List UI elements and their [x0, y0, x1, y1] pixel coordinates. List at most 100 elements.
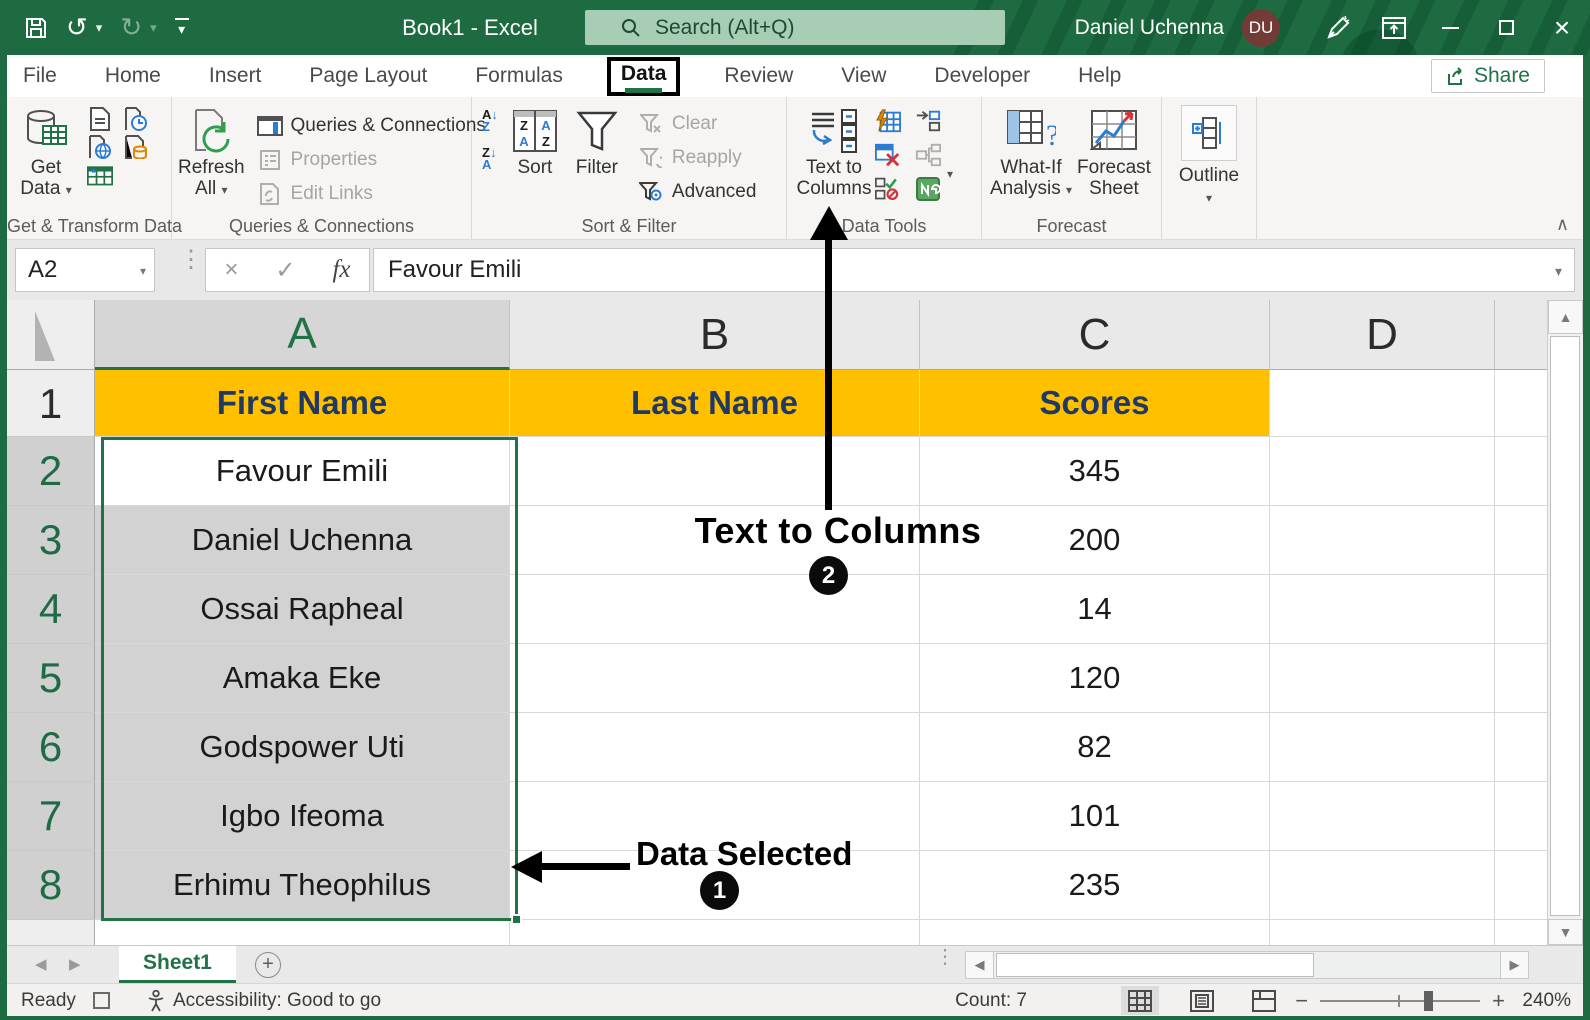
cell-b1[interactable]: Last Name — [510, 370, 920, 437]
clear-filter-button[interactable]: Clear — [638, 107, 757, 141]
collapse-ribbon-icon[interactable]: ∧ — [1556, 214, 1569, 235]
scroll-down-icon[interactable]: ▼ — [1548, 919, 1583, 945]
filter-button[interactable]: Filter — [566, 101, 628, 178]
cell-a3[interactable]: Daniel Uchenna — [95, 506, 510, 575]
cell-d6[interactable] — [1270, 713, 1495, 782]
cell-d9-partial[interactable] — [1270, 920, 1495, 945]
cell-d8[interactable] — [1270, 851, 1495, 920]
tab-page-layout[interactable]: Page Layout — [305, 62, 431, 90]
cell-c6[interactable]: 82 — [920, 713, 1270, 782]
row-header-1[interactable]: 1 — [7, 370, 95, 437]
close-button[interactable]: × — [1534, 0, 1590, 55]
record-macro-icon[interactable] — [93, 992, 110, 1009]
select-all-button[interactable] — [7, 300, 95, 370]
data-validation-dropdown-icon[interactable]: ▾ — [947, 167, 953, 181]
cell-a2-active[interactable]: Favour Emili — [95, 437, 510, 506]
cell-c8[interactable]: 235 — [920, 851, 1270, 920]
minimize-button[interactable] — [1422, 0, 1478, 55]
what-if-analysis-button[interactable]: ? What-IfAnalysis ▾ — [988, 101, 1074, 201]
zoom-slider[interactable]: − + — [1295, 984, 1505, 1017]
text-to-columns-button[interactable]: Text toColumns — [793, 101, 875, 199]
row-header-4[interactable]: 4 — [7, 575, 95, 644]
cell-d1[interactable] — [1270, 370, 1495, 437]
horizontal-scrollbar[interactable]: ◀ ▶ — [965, 951, 1529, 979]
manage-data-model-icon[interactable] — [915, 177, 941, 201]
cell-c9-partial[interactable] — [920, 920, 1270, 945]
cell-c5[interactable]: 120 — [920, 644, 1270, 713]
refresh-all-button[interactable]: Refresh All ▾ — [178, 101, 245, 201]
cell-d7[interactable] — [1270, 782, 1495, 851]
flash-fill-icon[interactable] — [875, 109, 901, 133]
cell-d5[interactable] — [1270, 644, 1495, 713]
tab-insert[interactable]: Insert — [205, 62, 266, 90]
recent-sources-icon[interactable] — [123, 107, 149, 131]
cell-a6[interactable]: Godspower Uti — [95, 713, 510, 782]
sheet-nav-prev-icon[interactable]: ◀ — [35, 946, 47, 984]
forecast-sheet-button[interactable]: ForecastSheet — [1074, 101, 1154, 199]
zoom-level[interactable]: 240% — [1522, 984, 1571, 1017]
cell-b6[interactable] — [510, 713, 920, 782]
save-icon[interactable] — [24, 16, 48, 40]
get-data-button[interactable]: Get Data ▾ — [13, 101, 79, 201]
coming-soon-pen-icon[interactable] — [1310, 0, 1366, 55]
cell-a8[interactable]: Erhimu Theophilus — [95, 851, 510, 920]
sheet-tab-sheet1[interactable]: Sheet1 — [119, 946, 236, 984]
cell-b4[interactable] — [510, 575, 920, 644]
expand-formula-bar-icon[interactable]: ▾ — [1555, 249, 1562, 293]
formula-input[interactable]: Favour Emili ▾ — [373, 248, 1575, 292]
scroll-left-icon[interactable]: ◀ — [966, 952, 994, 978]
cell-d4[interactable] — [1270, 575, 1495, 644]
row-header-3[interactable]: 3 — [7, 506, 95, 575]
maximize-button[interactable] — [1478, 0, 1534, 55]
outline-button[interactable]: Outline▾ — [1169, 101, 1249, 209]
cell-e1[interactable] — [1495, 370, 1548, 437]
avatar[interactable]: DU — [1242, 9, 1280, 47]
cell-e4[interactable] — [1495, 575, 1548, 644]
cell-c2[interactable]: 345 — [920, 437, 1270, 506]
cell-d3[interactable] — [1270, 506, 1495, 575]
normal-view-icon[interactable] — [1121, 986, 1159, 1015]
redo-icon[interactable]: ↻ — [120, 0, 142, 55]
formula-bar-handle-icon[interactable]: ⋮ — [179, 250, 203, 270]
insert-function-icon[interactable]: fx — [332, 256, 350, 284]
cell-c7[interactable]: 101 — [920, 782, 1270, 851]
cell-e3[interactable] — [1495, 506, 1548, 575]
cell-e5[interactable] — [1495, 644, 1548, 713]
page-break-preview-icon[interactable] — [1245, 986, 1283, 1015]
tab-review[interactable]: Review — [720, 62, 797, 90]
scrollbar-resize-handle-icon[interactable]: ⋮ — [935, 950, 949, 965]
data-validation-icon[interactable] — [875, 177, 901, 201]
row-header-6[interactable]: 6 — [7, 713, 95, 782]
cell-b9-partial[interactable] — [510, 920, 920, 945]
scroll-right-icon[interactable]: ▶ — [1500, 952, 1528, 978]
remove-duplicates-icon[interactable] — [875, 143, 901, 167]
tab-developer[interactable]: Developer — [930, 62, 1034, 90]
cell-a4[interactable]: Ossai Rapheal — [95, 575, 510, 644]
row-header-partial[interactable] — [7, 920, 95, 945]
share-button[interactable]: Share — [1431, 59, 1545, 93]
column-header-c[interactable]: C — [920, 300, 1270, 370]
enter-icon[interactable]: ✓ — [275, 256, 295, 285]
name-box[interactable]: A2 ▾ — [15, 248, 155, 292]
cancel-icon[interactable]: × — [224, 256, 238, 284]
cell-e2[interactable] — [1495, 437, 1548, 506]
column-header-d[interactable]: D — [1270, 300, 1495, 370]
cell-c4[interactable]: 14 — [920, 575, 1270, 644]
accessibility-status[interactable]: Accessibility: Good to go — [147, 984, 381, 1017]
column-header-a[interactable]: A — [95, 300, 510, 370]
column-header-partial[interactable] — [1495, 300, 1548, 370]
properties-button[interactable]: Properties — [257, 143, 486, 177]
tab-data[interactable]: Data — [607, 57, 681, 96]
cell-e8[interactable] — [1495, 851, 1548, 920]
cell-c1[interactable]: Scores — [920, 370, 1270, 437]
zoom-in-icon[interactable]: + — [1492, 984, 1505, 1017]
tab-help[interactable]: Help — [1074, 62, 1125, 90]
vertical-scrollbar[interactable]: ▲ ▼ — [1547, 300, 1583, 945]
vertical-scrollbar-thumb[interactable] — [1550, 336, 1580, 916]
cell-e6[interactable] — [1495, 713, 1548, 782]
from-table-range-icon[interactable] — [87, 163, 113, 187]
search-box[interactable]: Search (Alt+Q) — [585, 10, 1005, 45]
undo-icon[interactable]: ↺ — [66, 0, 88, 55]
tab-file[interactable]: File — [19, 62, 61, 90]
horizontal-scrollbar-thumb[interactable] — [996, 953, 1314, 977]
